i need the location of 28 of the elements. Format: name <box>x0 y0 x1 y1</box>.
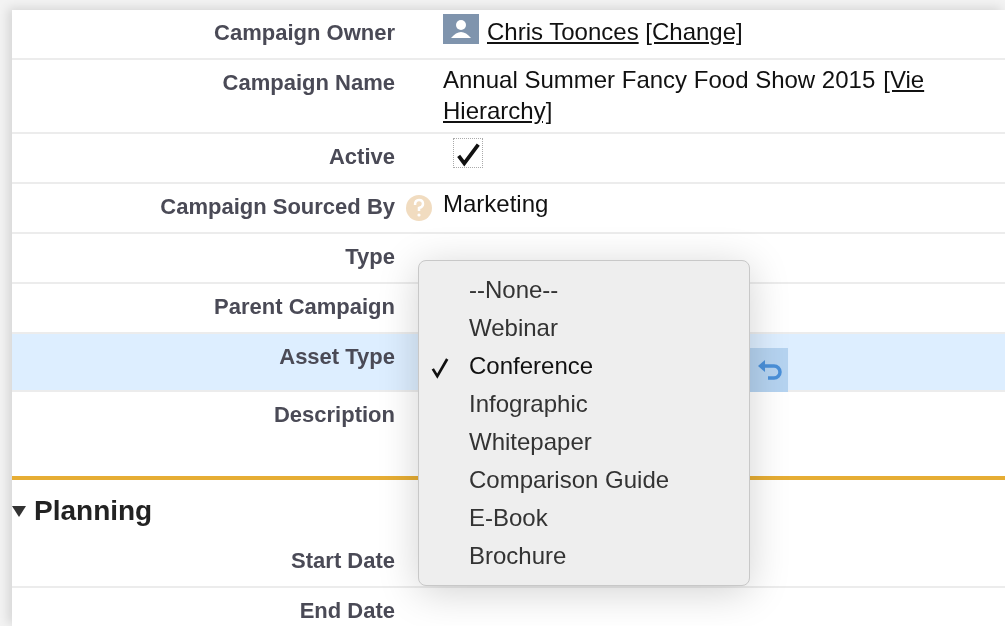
hierarchy-link[interactable]: [Vie <box>883 64 925 96</box>
field-label: Start Date <box>290 547 395 576</box>
check-icon <box>431 356 449 379</box>
dropdown-option[interactable]: Brochure <box>419 537 749 575</box>
dropdown-option[interactable]: --None-- <box>419 271 749 309</box>
dropdown-option[interactable]: Webinar <box>419 309 749 347</box>
field-label: Asset Type <box>278 343 395 372</box>
section-title: Planning <box>34 494 153 529</box>
field-value: Annual Summer Fancy Food Show 2015 <box>443 65 876 95</box>
dropdown-option[interactable]: Infographic <box>419 385 749 423</box>
field-label: End Date <box>298 597 395 626</box>
field-label: Campaign Sourced By <box>159 193 395 222</box>
field-label: Type <box>344 243 395 272</box>
owner-link[interactable]: Chris Toonces <box>487 18 639 45</box>
field-label: Active <box>327 143 395 172</box>
field-value: Marketing <box>443 190 549 218</box>
change-link[interactable]: [Change] <box>645 18 743 45</box>
active-checkbox[interactable] <box>453 138 483 169</box>
field-label: Campaign Owner <box>213 19 395 47</box>
dropdown-option[interactable]: E-Book <box>419 499 749 537</box>
hierarchy-link[interactable]: Hierarchy] <box>443 97 553 125</box>
section-toggle-icon[interactable] <box>12 504 26 519</box>
dropdown-option[interactable]: Conference <box>419 347 749 385</box>
field-label: Description <box>272 401 395 430</box>
dropdown-option[interactable]: Whitepaper <box>419 423 749 461</box>
field-label: Campaign Name <box>221 69 395 97</box>
field-label: Parent Campaign <box>213 293 395 322</box>
dropdown-option[interactable]: Comparison Guide <box>419 461 749 499</box>
